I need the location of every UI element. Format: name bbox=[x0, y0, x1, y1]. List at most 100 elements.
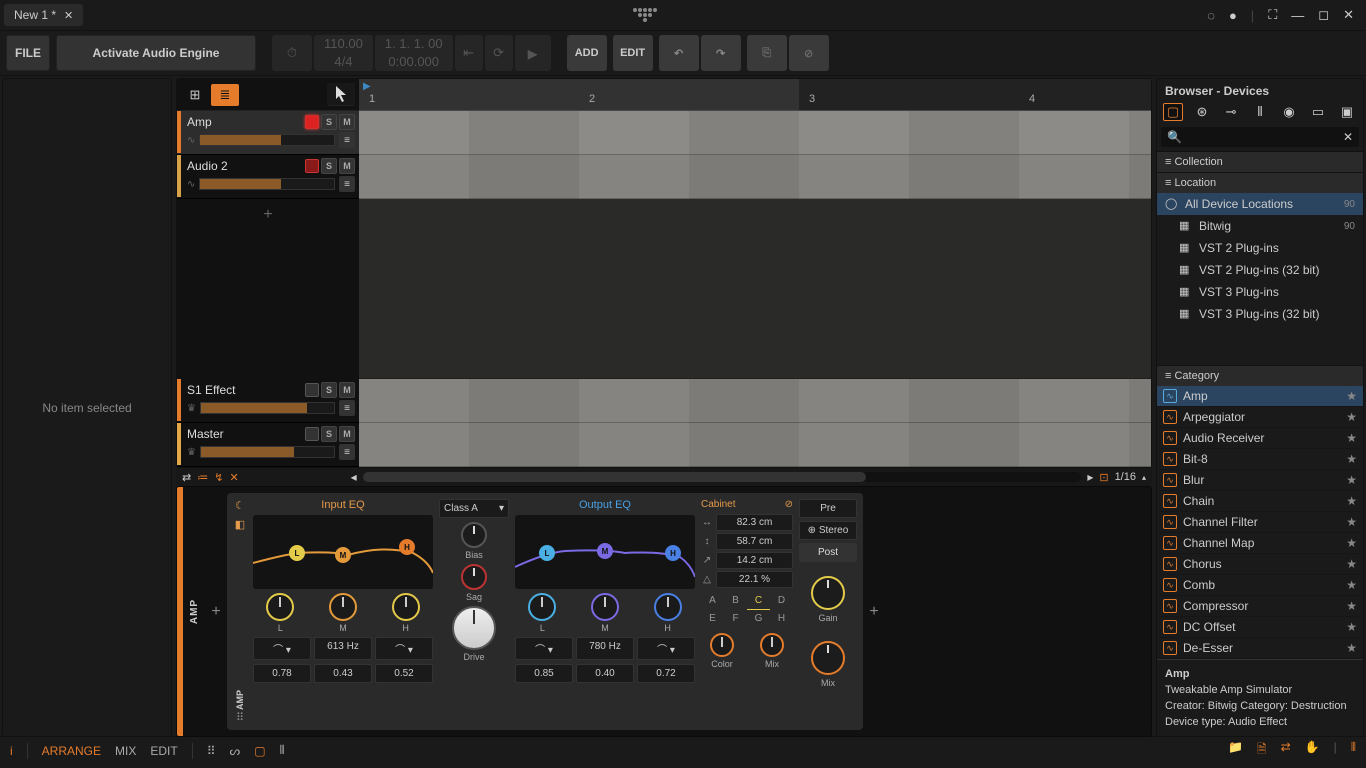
track-lane[interactable] bbox=[359, 423, 1151, 467]
cabinet-bypass-icon[interactable]: ⊘ bbox=[785, 499, 793, 510]
drive-knob[interactable] bbox=[452, 606, 496, 650]
device-item[interactable]: ∿ Chain ★ bbox=[1157, 491, 1363, 512]
device-item[interactable]: ∿ De-Esser ★ bbox=[1157, 638, 1363, 659]
input-eq-graph[interactable]: L M H bbox=[253, 515, 433, 589]
track-lane[interactable] bbox=[359, 155, 1151, 199]
expand-icon[interactable]: ⠿ bbox=[236, 711, 244, 724]
browser-tab-files[interactable]: ▭ bbox=[1308, 103, 1328, 121]
in-freq[interactable]: 613 Hz bbox=[314, 637, 372, 660]
track-header[interactable]: Amp S M ∿ ≡ bbox=[177, 111, 359, 155]
track-lane[interactable] bbox=[359, 379, 1151, 423]
favorite-icon[interactable]: ★ bbox=[1346, 515, 1357, 529]
record-icon[interactable]: ● bbox=[1229, 8, 1237, 23]
browser-tab-music[interactable]: ◉ bbox=[1279, 103, 1299, 121]
record-arm[interactable] bbox=[305, 115, 319, 129]
gain-knob[interactable] bbox=[811, 576, 845, 610]
h-scrollbar[interactable] bbox=[363, 472, 1082, 482]
track-menu[interactable]: ≡ bbox=[339, 132, 355, 148]
out-freq[interactable]: 780 Hz bbox=[576, 637, 634, 660]
scroll-left[interactable]: ◂ bbox=[351, 470, 357, 484]
device-item[interactable]: ∿ Audio Receiver ★ bbox=[1157, 428, 1363, 449]
cab-letter-H[interactable]: H bbox=[770, 610, 793, 627]
file-button[interactable]: FILE bbox=[6, 35, 50, 71]
panel-icon-4[interactable]: ⦀ bbox=[280, 743, 285, 758]
arranger-toggle[interactable]: ≣ bbox=[211, 84, 239, 106]
track-menu[interactable]: ≡ bbox=[339, 400, 355, 416]
scroll-right[interactable]: ▸ bbox=[1087, 470, 1093, 484]
preroll-button[interactable]: ⇤ bbox=[455, 35, 483, 71]
search-input[interactable] bbox=[1182, 131, 1343, 143]
add-button[interactable]: ADD bbox=[567, 35, 607, 71]
track-header[interactable]: Audio 2 S M ∿ ≡ bbox=[177, 155, 359, 199]
timeline[interactable]: ▶ 1 2 3 4 bbox=[359, 79, 1151, 467]
record-arm[interactable] bbox=[305, 427, 319, 441]
favorite-icon[interactable]: ★ bbox=[1346, 578, 1357, 592]
device-item[interactable]: ∿ Compressor ★ bbox=[1157, 596, 1363, 617]
cab-height[interactable]: 58.7 cm bbox=[716, 533, 793, 550]
favorite-icon[interactable]: ★ bbox=[1346, 599, 1357, 613]
track-name[interactable]: Master bbox=[181, 427, 303, 441]
file-icon[interactable]: 🗎 bbox=[1257, 740, 1267, 761]
in-val-l[interactable]: 0.78 bbox=[253, 664, 311, 683]
output-eq-graph[interactable]: L M H bbox=[515, 515, 695, 589]
zoom-tool-icon[interactable]: ⊡ bbox=[1099, 471, 1108, 484]
hand-icon[interactable]: ✋ bbox=[1305, 740, 1320, 761]
dashboard-icon[interactable]: ◌ bbox=[1207, 8, 1215, 23]
add-track-button[interactable]: + bbox=[177, 199, 359, 231]
track-menu[interactable]: ≡ bbox=[339, 444, 355, 460]
device-item[interactable]: ∿ Chorus ★ bbox=[1157, 554, 1363, 575]
color-knob[interactable] bbox=[710, 633, 734, 657]
solo-button[interactable]: S bbox=[321, 114, 337, 130]
activate-engine-button[interactable]: Activate Audio Engine bbox=[56, 35, 256, 71]
mute-button[interactable]: M bbox=[339, 382, 355, 398]
track-menu[interactable]: ≡ bbox=[339, 176, 355, 192]
mix-knob[interactable] bbox=[811, 641, 845, 675]
solo-button[interactable]: S bbox=[321, 158, 337, 174]
favorite-icon[interactable]: ★ bbox=[1346, 452, 1357, 466]
edit-view[interactable]: EDIT bbox=[150, 744, 177, 758]
follow-icon[interactable]: ≔ bbox=[197, 471, 208, 484]
loop-button[interactable]: ⟳ bbox=[485, 35, 513, 71]
arrange-view[interactable]: ARRANGE bbox=[42, 744, 101, 758]
lane-icon[interactable]: ↯ bbox=[214, 471, 223, 484]
favorite-icon[interactable]: ★ bbox=[1346, 641, 1357, 655]
bias-knob[interactable] bbox=[461, 522, 487, 548]
cab-letter-A[interactable]: A bbox=[701, 592, 724, 610]
pointer-tool[interactable] bbox=[327, 83, 355, 105]
volume-slider[interactable] bbox=[199, 134, 335, 146]
device-item[interactable]: ∿ Channel Filter ★ bbox=[1157, 512, 1363, 533]
device-item[interactable]: ∿ Channel Map ★ bbox=[1157, 533, 1363, 554]
fullscreen-icon[interactable]: ⛶ bbox=[1268, 7, 1277, 23]
volume-slider[interactable] bbox=[200, 446, 335, 458]
cab-letter-G[interactable]: G bbox=[747, 610, 770, 627]
in-low-knob[interactable] bbox=[266, 593, 294, 621]
volume-slider[interactable] bbox=[200, 402, 335, 414]
in-val-m[interactable]: 0.43 bbox=[314, 664, 372, 683]
out-val-m[interactable]: 0.40 bbox=[576, 664, 634, 683]
cab-letter-C[interactable]: C bbox=[747, 592, 770, 610]
panel-icon-2[interactable]: ᔕ bbox=[230, 744, 241, 758]
metronome-button[interactable]: ⏱ bbox=[272, 35, 312, 71]
favorite-icon[interactable]: ★ bbox=[1346, 389, 1357, 403]
edit-button[interactable]: EDIT bbox=[613, 35, 653, 71]
volume-slider[interactable] bbox=[199, 178, 335, 190]
record-arm[interactable] bbox=[305, 159, 319, 173]
out-low-knob[interactable] bbox=[528, 593, 556, 621]
device-item[interactable]: ∿ Comb ★ bbox=[1157, 575, 1363, 596]
in-mid-knob[interactable] bbox=[329, 593, 357, 621]
close-window-icon[interactable]: ✕ bbox=[1343, 7, 1354, 23]
cab-width[interactable]: 82.3 cm bbox=[716, 514, 793, 531]
location-item[interactable]: ▦ VST 2 Plug-ins (32 bit) bbox=[1157, 259, 1363, 281]
clear-search-icon[interactable]: ✕ bbox=[1343, 130, 1353, 144]
track-lane[interactable] bbox=[359, 111, 1151, 155]
mix-view[interactable]: MIX bbox=[115, 744, 136, 758]
minimize-icon[interactable]: — bbox=[1291, 8, 1304, 23]
moon-icon[interactable]: ☾ bbox=[235, 499, 245, 512]
cab-letter-E[interactable]: E bbox=[701, 610, 724, 627]
fx-track-header[interactable]: S1 Effect S M ♛ ≡ bbox=[177, 379, 359, 423]
loop-region[interactable] bbox=[359, 79, 799, 111]
stereo-button[interactable]: ⊕ Stereo bbox=[799, 521, 857, 540]
track-name[interactable]: Audio 2 bbox=[181, 159, 303, 173]
browser-tab-packages[interactable]: ▣ bbox=[1337, 103, 1357, 121]
location-item[interactable]: ▦ VST 3 Plug-ins (32 bit) bbox=[1157, 303, 1363, 325]
